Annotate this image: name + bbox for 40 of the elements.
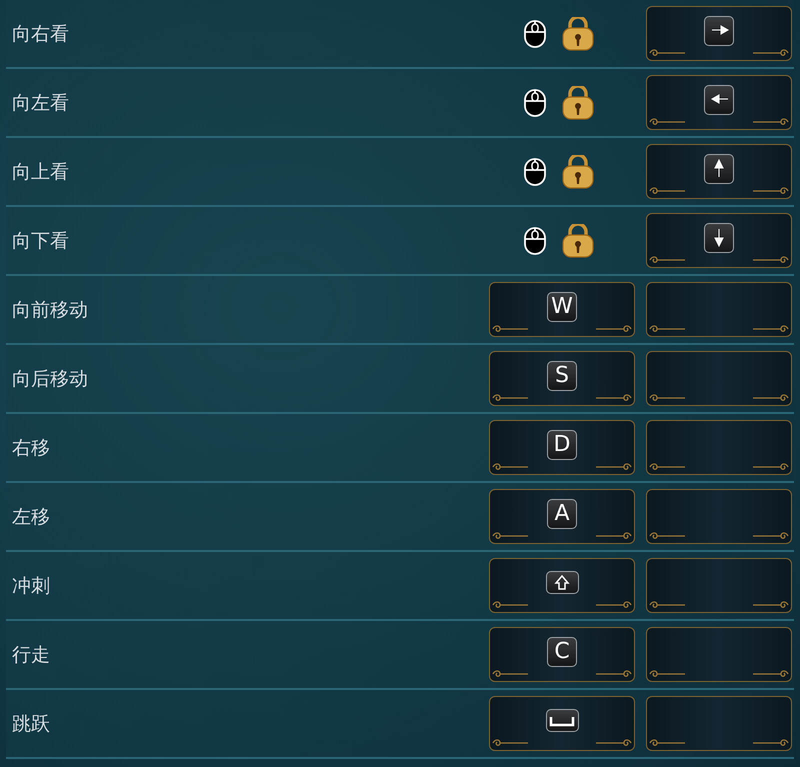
binding-slot[interactable] — [646, 696, 792, 751]
key-cap: C — [547, 636, 577, 666]
key-cap: W — [547, 292, 577, 322]
action-label: 跳跃 — [11, 712, 50, 736]
space-bar-icon — [549, 714, 575, 727]
action-label: 左移 — [11, 504, 50, 530]
binding-slot[interactable] — [489, 696, 635, 751]
action-label: 向左看 — [11, 90, 69, 116]
binding-slot[interactable] — [489, 558, 635, 613]
binding-slot[interactable] — [646, 282, 792, 337]
action-label: 向右看 — [11, 22, 69, 46]
mouse-icon — [523, 18, 547, 48]
mouse-icon — [523, 156, 547, 186]
binding-slot[interactable] — [646, 627, 792, 682]
shift-arrow-icon — [554, 574, 570, 591]
action-label: 向上看 — [11, 160, 69, 184]
key-cap: A — [547, 498, 577, 528]
mouse-icon — [523, 88, 547, 118]
binding-slot[interactable] — [646, 489, 792, 544]
mouse-icon — [523, 226, 547, 256]
binding-slot[interactable] — [646, 558, 792, 613]
action-label: 向下看 — [11, 228, 69, 254]
binding-slot[interactable]: W — [489, 282, 635, 337]
action-label: 向前移动 — [11, 298, 88, 322]
binding-slot[interactable]: C — [489, 627, 635, 682]
binding-slot[interactable]: S — [489, 351, 635, 406]
binding-slot[interactable]: A — [489, 489, 635, 544]
binding-slot[interactable] — [646, 144, 792, 199]
action-label: 向后移动 — [11, 366, 88, 392]
binding-slot[interactable] — [646, 351, 792, 406]
binding-slot[interactable]: D — [489, 420, 635, 475]
key-cap: D — [547, 430, 577, 460]
action-label: 右移 — [11, 436, 50, 460]
binding-slot[interactable] — [646, 75, 792, 130]
key-cap: S — [547, 360, 577, 390]
action-label: 冲刺 — [11, 574, 50, 598]
binding-slot[interactable] — [646, 420, 792, 475]
binding-slot[interactable] — [646, 6, 792, 61]
binding-slot[interactable] — [646, 213, 792, 268]
action-label: 行走 — [11, 642, 50, 668]
